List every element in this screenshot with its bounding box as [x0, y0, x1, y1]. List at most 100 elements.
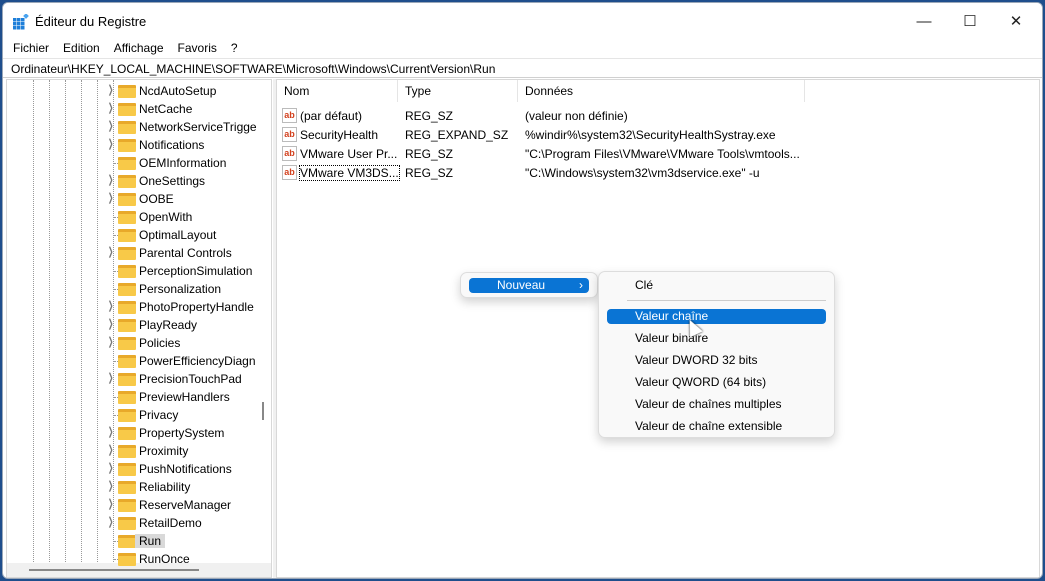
submenu-item[interactable]: Valeur QWORD (64 bits) [607, 375, 826, 390]
tree-item-label: Run [135, 534, 166, 548]
tree-item-label: Parental Controls [139, 246, 232, 260]
tree-item-label: PrecisionTouchPad [139, 372, 242, 386]
submenu-nouveau: Clé Valeur chaîne Valeur binaire Valeur DWO… [598, 271, 835, 438]
tree-item-label: PushNotifications [139, 462, 232, 476]
scroll-thumb[interactable] [29, 569, 199, 571]
chevron-right-icon[interactable]: ❯ [108, 443, 114, 456]
tree-item[interactable]: PerceptionSimulation [7, 262, 267, 280]
value-type: REG_SZ [405, 166, 454, 180]
tree-item[interactable]: ❯ NcdAutoSetup [7, 82, 267, 100]
tree-item[interactable]: ❯ PhotoPropertyHandle [7, 298, 267, 316]
chevron-right-icon[interactable]: ❯ [108, 479, 114, 492]
tree-item[interactable]: ❯ PlayReady [7, 316, 267, 334]
folder-icon [118, 139, 136, 152]
tree-item[interactable]: ❯ OOBE [7, 190, 267, 208]
tree-item[interactable]: OEMInformation [7, 154, 267, 172]
tree-item[interactable]: ❯ PropertySystem [7, 424, 267, 442]
menu-edition[interactable]: Edition [56, 39, 107, 57]
minimize-button[interactable]: — [901, 3, 947, 39]
menu-fichier[interactable]: Fichier [6, 39, 56, 57]
tree-item[interactable]: RunOnce [7, 550, 267, 568]
value-name: SecurityHealth [300, 128, 379, 142]
chevron-right-icon[interactable]: ❯ [108, 173, 114, 186]
chevron-right-icon[interactable]: ❯ [108, 191, 114, 204]
menu-item-nouveau[interactable]: Nouveau › [469, 278, 589, 293]
tree-item[interactable]: ❯ RetailDemo [7, 514, 267, 532]
menu-help[interactable]: ? [224, 39, 245, 57]
tree-item[interactable]: ❯ Proximity [7, 442, 267, 460]
tree-item[interactable]: ❯ PrecisionTouchPad [7, 370, 267, 388]
tree-item[interactable]: ❯ ReserveManager [7, 496, 267, 514]
folder-icon [118, 157, 136, 170]
chevron-right-icon[interactable]: ❯ [108, 425, 114, 438]
tree-item-label: Proximity [139, 444, 189, 458]
tree-item[interactable]: OptimalLayout [7, 226, 267, 244]
menu-affichage[interactable]: Affichage [107, 39, 171, 57]
value-row[interactable]: ab VMware VM3DS... REG_SZ "C:\Windows\syste… [282, 163, 1022, 182]
title-bar: Éditeur du Registre — ☐ ✕ [3, 3, 1042, 39]
folder-icon [118, 283, 136, 296]
value-row[interactable]: ab (par défaut) REG_SZ (valeur non définie) [282, 106, 1022, 125]
value-data: "C:\Windows\system32\vm3dservice.exe" -u [525, 166, 760, 180]
value-data: %windir%\system32\SecurityHealthSystray.… [525, 128, 776, 142]
tree-item[interactable]: Personalization [7, 280, 267, 298]
chevron-right-icon[interactable]: ❯ [108, 371, 114, 384]
tree-item[interactable]: PowerEfficiencyDiagn [7, 352, 267, 370]
submenu-item[interactable]: Valeur de chaînes multiples [607, 397, 826, 412]
submenu-item[interactable]: Valeur DWORD 32 bits [607, 353, 826, 368]
tree-item-label: Reliability [139, 480, 191, 494]
value-row[interactable]: ab VMware User Pr... REG_SZ "C:\Program Fil… [282, 144, 1022, 163]
tree-item-label: Personalization [139, 282, 222, 296]
tree-item[interactable]: ❯ Policies [7, 334, 267, 352]
tree-item[interactable]: ❯ NetworkServiceTrigge [7, 118, 267, 136]
chevron-right-icon[interactable]: ❯ [108, 515, 114, 528]
folder-icon [118, 85, 136, 98]
submenu-item[interactable]: Valeur binaire [607, 331, 826, 346]
tree-item[interactable]: ❯ Notifications [7, 136, 267, 154]
folder-icon [118, 553, 136, 566]
nouveau-label: Nouveau [497, 278, 546, 292]
tree-item[interactable]: ❯ NetCache [7, 100, 267, 118]
chevron-right-icon[interactable]: ❯ [108, 461, 114, 474]
submenu-item[interactable]: Clé [607, 278, 826, 293]
tree-item[interactable]: PreviewHandlers [7, 388, 267, 406]
close-button[interactable]: ✕ [993, 3, 1039, 39]
chevron-right-icon[interactable]: ❯ [108, 299, 114, 312]
key-tree[interactable]: ❯ NcdAutoSetup ❯ NetCache ❯ NetworkServiceTri… [6, 79, 272, 578]
chevron-right-icon[interactable]: ❯ [108, 335, 114, 348]
window-title: Éditeur du Registre [35, 14, 147, 29]
folder-icon [118, 463, 136, 476]
chevron-right-icon[interactable]: ❯ [108, 137, 114, 150]
chevron-right-icon[interactable]: ❯ [108, 245, 114, 258]
chevron-right-icon[interactable]: ❯ [108, 119, 114, 132]
tree-item-label: PerceptionSimulation [139, 264, 253, 278]
tree-item[interactable]: Run [7, 532, 267, 550]
submenu-item[interactable]: Valeur chaîne [607, 309, 826, 324]
string-value-icon: ab [282, 127, 297, 142]
chevron-right-icon[interactable]: ❯ [108, 497, 114, 510]
string-value-icon: ab [282, 108, 297, 123]
menu-favoris[interactable]: Favoris [171, 39, 224, 57]
chevron-right-icon[interactable]: ❯ [108, 101, 114, 114]
column-header-donnees[interactable]: Données [518, 80, 805, 102]
tree-item[interactable]: ❯ PushNotifications [7, 460, 267, 478]
folder-icon [118, 175, 136, 188]
address-bar[interactable]: Ordinateur\HKEY_LOCAL_MACHINE\SOFTWARE\M… [3, 58, 1042, 78]
column-header-nom[interactable]: Nom [277, 80, 398, 102]
value-row[interactable]: ab SecurityHealth REG_EXPAND_SZ %windir%\sy… [282, 125, 1022, 144]
chevron-right-icon[interactable]: ❯ [108, 83, 114, 96]
tree-item[interactable]: ❯ OneSettings [7, 172, 267, 190]
value-name: (par défaut) [300, 109, 363, 123]
tree-item[interactable]: Privacy [7, 406, 267, 424]
tree-item[interactable]: ❯ Reliability [7, 478, 267, 496]
column-header-type[interactable]: Type [398, 80, 518, 102]
tree-item[interactable]: ❯ Parental Controls [7, 244, 267, 262]
maximize-button[interactable]: ☐ [947, 3, 993, 39]
tree-item-label: NetworkServiceTrigge [139, 120, 257, 134]
tree-item-label: RetailDemo [139, 516, 202, 530]
submenu-item[interactable]: Valeur de chaîne extensible [607, 419, 826, 434]
tree-item-label: ReserveManager [139, 498, 232, 512]
folder-icon [118, 229, 136, 242]
tree-item[interactable]: OpenWith [7, 208, 267, 226]
chevron-right-icon[interactable]: ❯ [108, 317, 114, 330]
